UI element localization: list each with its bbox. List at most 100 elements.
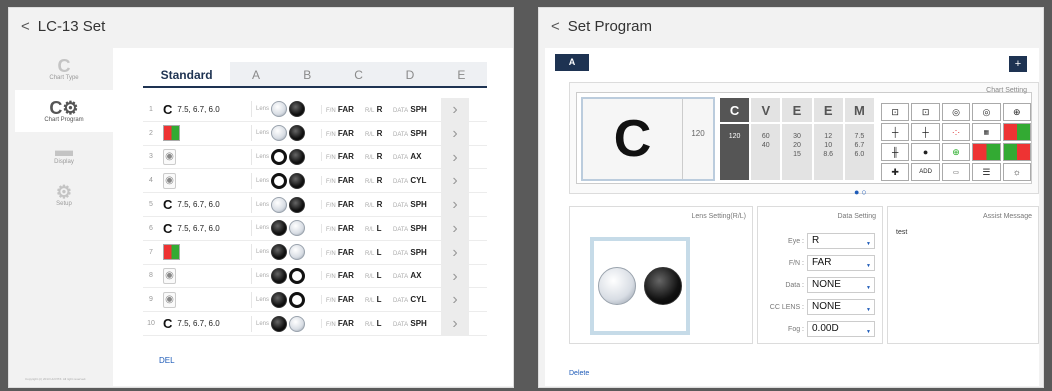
optotype-e2[interactable]: E [812,97,844,124]
size-12-8[interactable]: 12 10 8.6 [812,123,844,181]
tab-a[interactable]: A [230,62,281,86]
cross-target-icon[interactable]: ⊕ [1002,103,1031,121]
optotype-c[interactable]: C [719,97,751,124]
fn-value: FAR [337,271,354,281]
table-row[interactable]: 7 Lens F/N FAR R/L L DATA SPH › [143,240,487,265]
row-chevron-icon[interactable]: › [441,169,469,193]
vertical-lines-icon[interactable]: ╫ [881,143,910,161]
square-target-icon[interactable]: ⊡ [881,103,910,121]
row-chart: ◉ [159,172,251,189]
tab-e[interactable]: E [436,62,487,86]
table-row[interactable]: 10 C 7.5, 6.7, 6.0 Lens F/N FAR R/L L DATA SPH… [143,312,487,336]
delete-button[interactable]: Delete [569,370,589,377]
dot-icon[interactable]: ● [911,143,940,161]
add-cross-icon[interactable]: ✚ [881,163,910,181]
back-chevron-icon[interactable]: < [551,18,560,35]
rl-label: R/L [365,155,375,162]
data-row: Data : NONE [762,277,875,295]
tab-d[interactable]: D [384,62,435,86]
sidebar-item-display[interactable]: ▬ Display [15,132,113,174]
row-chart: ◉ [159,148,251,165]
sidebar-item-setup[interactable]: ⚙ Setup [15,174,113,216]
row-chevron-icon[interactable]: › [441,121,469,145]
red-green-icon[interactable] [1002,123,1031,141]
letter-row-icon[interactable]: ▭ [941,163,971,181]
chart-sizes: 7.5, 6.7, 6.0 [177,319,220,329]
tab-standard[interactable]: Standard [143,62,231,86]
fn-value: FAR [337,223,354,233]
tab-c[interactable]: C [333,62,384,86]
color-dots-icon[interactable]: ·:· [941,123,971,141]
right-lens-icon[interactable] [598,267,636,305]
optotype-e1[interactable]: E [781,97,813,124]
red-green-letters-icon[interactable] [972,143,1001,161]
fn-value: FAR [337,152,354,162]
add-button[interactable]: + [1009,56,1027,72]
sun-icon[interactable]: ☼ [1002,163,1031,181]
row-number: 4 [149,177,153,185]
table-row[interactable]: 5 C 7.5, 6.7, 6.0 Lens F/N FAR R/L R DATA SPH › [143,193,487,217]
optotype-v[interactable]: V [750,97,782,124]
optotype-m[interactable]: M [843,97,875,124]
table-row[interactable]: 3 ◉ Lens F/N FAR R/L R DATA AX › [143,145,487,170]
row-lens: Lens [251,196,321,213]
letter-chart-icon[interactable]: ▦ [972,123,1001,141]
cross-line-icon[interactable]: ┼ [911,123,940,141]
chart-setting-inner: Chart Setting C 120 C V E E M 120 60 40 … [576,87,1032,184]
back-chevron-icon[interactable]: < [21,18,30,35]
cross-line-icon[interactable]: ┼ [881,123,910,141]
table-row[interactable]: 6 C 7.5, 6.7, 6.0 Lens F/N FAR R/L L DATA SPH › [143,216,487,241]
table-row[interactable]: 8 ◉ Lens F/N FAR R/L L DATA AX › [143,264,487,289]
program-badge[interactable]: A [555,54,589,71]
size-60-40[interactable]: 60 40 [750,123,782,181]
rl-value: L [376,223,382,233]
size-30-15[interactable]: 30 20 15 [781,123,813,181]
gears-icon: ⚙ [55,182,73,202]
lens-label: Lens [256,177,270,184]
add-va-icon[interactable]: ADD [911,163,940,181]
ring-target-icon[interactable]: ◎ [941,103,971,121]
page-dots-icon[interactable]: ●○ [854,187,869,197]
fn-select[interactable]: FAR [807,255,875,273]
table-row[interactable]: 4 ◉ Lens F/N FAR R/L R DATA CYL › [143,169,487,194]
size-120[interactable]: 120 [719,123,751,181]
ring-target-icon[interactable]: ◎ [972,103,1001,121]
left-lens-icon[interactable] [644,267,682,305]
lens-icon [289,267,306,284]
tab-b[interactable]: B [282,62,333,86]
row-chevron-icon[interactable]: › [441,145,469,169]
red-green-blocks-icon[interactable] [1002,143,1031,161]
fog-select[interactable]: 0.00D [807,321,875,339]
sidebar-item-chart-type[interactable]: C Chart Type [15,48,113,90]
table-row[interactable]: 2 Lens F/N FAR R/L R DATA SPH › [143,121,487,146]
row-chevron-icon[interactable]: › [441,98,469,121]
row-chevron-icon[interactable]: › [441,264,469,288]
row-chart: C 7.5, 6.7, 6.0 [159,221,251,236]
table-row[interactable]: 1 C 7.5, 6.7, 6.0 Lens F/N FAR R/L R DATA SPH › [143,98,487,122]
assist-message-text[interactable]: test [896,229,907,236]
row-chevron-icon[interactable]: › [441,216,469,240]
line-set-icon[interactable]: ☰ [972,163,1001,181]
table-row[interactable]: 9 ◉ Lens F/N FAR R/L L DATA CYL › [143,288,487,313]
del-button[interactable]: DEL [159,356,175,365]
cc-lens-select[interactable]: NONE [807,299,875,317]
row-chevron-icon[interactable]: › [441,288,469,312]
rl-value: L [376,247,382,257]
data-label: DATA [393,107,409,114]
set-program-panel: < Set Program A + Chart Setting C 120 C … [538,7,1044,388]
row-chevron-icon[interactable]: › [441,193,469,216]
green-target-icon[interactable]: ⊕ [941,143,971,161]
row-chart: C 7.5, 6.7, 6.0 [159,197,251,212]
data-select[interactable]: NONE [807,277,875,295]
chart-program-icon: C⚙ [49,98,79,118]
square-target-icon[interactable]: ⊡ [911,103,940,121]
rl-value: R [376,104,383,114]
assist-message-box: Assist Message test [887,206,1039,344]
chart-preview[interactable]: C 120 [581,97,715,181]
row-chevron-icon[interactable]: › [441,240,469,264]
data-value: SPH [410,104,427,114]
size-7-6[interactable]: 7.5 6.7 6.0 [843,123,875,181]
eye-select[interactable]: R [807,233,875,251]
row-chevron-icon[interactable]: › [441,312,469,335]
sidebar-item-chart-program[interactable]: C⚙ Chart Program [15,90,113,132]
